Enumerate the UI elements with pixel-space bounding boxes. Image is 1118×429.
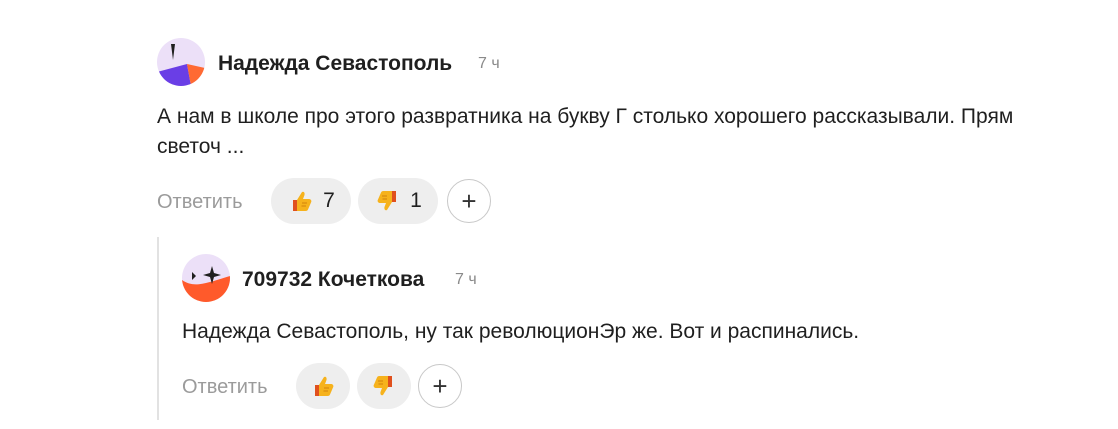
like-count: 7 <box>323 189 335 212</box>
comment-text: А нам в школе про этого развратника на б… <box>157 105 1014 158</box>
plus-icon: + <box>461 185 477 216</box>
avatar[interactable] <box>182 254 230 302</box>
reply-comment: 709732 Кочеткова 7 ч Надежда Севастополь… <box>0 230 1118 429</box>
like-button[interactable]: 7 <box>271 178 351 224</box>
comment: Надежда Севастополь 7 ч А нам в школе пр… <box>0 0 1118 230</box>
comment-author[interactable]: Надежда Севастополь <box>218 52 452 76</box>
thumbs-up-icon <box>315 376 334 396</box>
dislike-button[interactable] <box>357 363 411 409</box>
add-reaction-button[interactable]: + <box>447 179 491 223</box>
reply-button[interactable]: Ответить <box>182 376 268 399</box>
plus-icon: + <box>432 370 448 401</box>
dislike-count: 1 <box>410 189 422 212</box>
thumbs-up-icon <box>293 191 312 211</box>
dislike-button[interactable]: 1 <box>358 178 438 224</box>
avatar[interactable] <box>157 38 205 86</box>
comment-author[interactable]: 709732 Кочеткова <box>242 268 424 292</box>
reply-button[interactable]: Ответить <box>157 191 243 214</box>
comment-time: 7 ч <box>455 271 477 288</box>
avatar-image <box>157 38 205 86</box>
avatar-image <box>182 254 230 302</box>
thumbs-down-icon <box>373 376 392 396</box>
add-reaction-button[interactable]: + <box>418 364 462 408</box>
comment-text: Надежда Севастополь, ну так революционЭр… <box>182 320 860 343</box>
like-button[interactable] <box>296 363 350 409</box>
thumbs-down-icon <box>377 191 397 211</box>
comment-time: 7 ч <box>478 55 500 72</box>
